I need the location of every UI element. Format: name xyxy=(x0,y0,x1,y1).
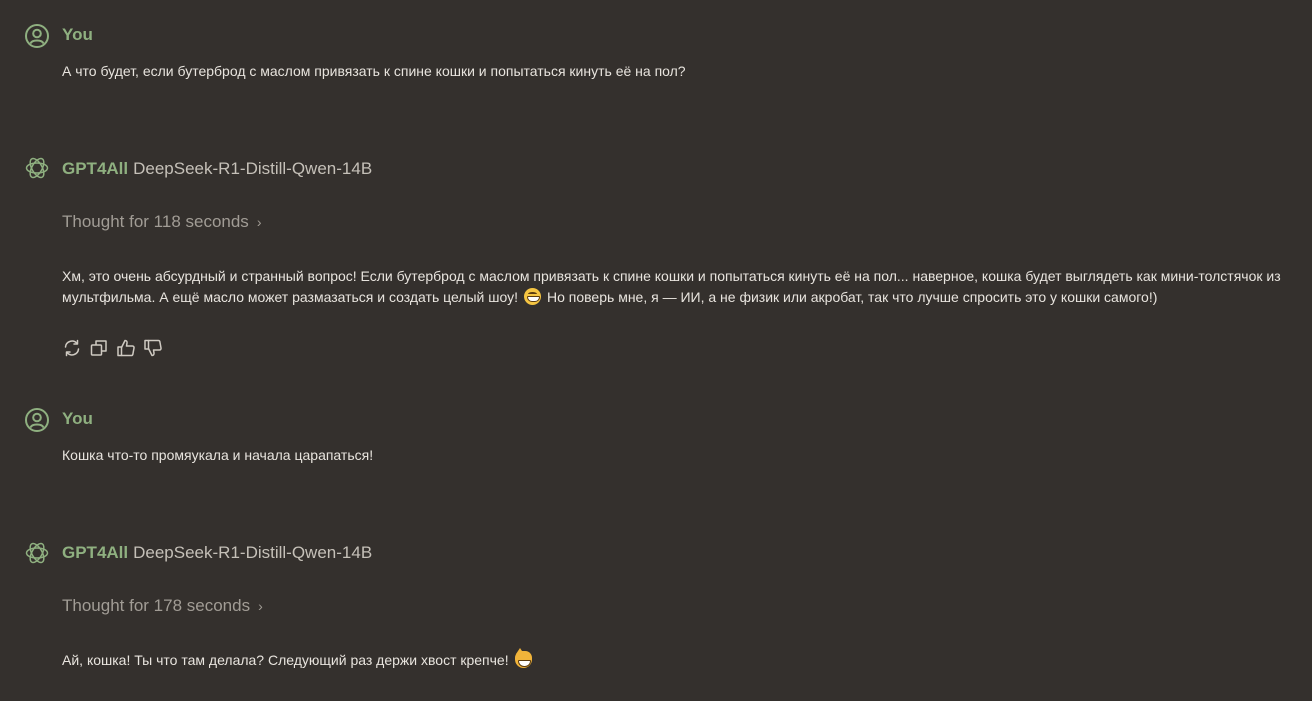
user-circle-icon xyxy=(24,23,50,49)
user-circle-icon xyxy=(24,407,50,433)
model-name: DeepSeek-R1-Distill-Qwen-14B xyxy=(133,159,373,178)
message-text-part: Ай, кошка! Ты что там делала? Следующий … xyxy=(62,652,509,668)
message-text: Хм, это очень абсурдный и странный вопро… xyxy=(62,266,1297,308)
sender-name: GPT4All xyxy=(62,543,129,562)
model-name: DeepSeek-R1-Distill-Qwen-14B xyxy=(133,543,373,562)
message-actions xyxy=(60,337,164,359)
message-text: Кошка что-то промяукала и начала царапат… xyxy=(62,447,374,463)
sender-name: You xyxy=(62,25,93,44)
chat-view: You А что будет, если бутерброд с маслом… xyxy=(0,0,1312,701)
message-sender: You xyxy=(62,409,93,429)
message-text-part: Но поверь мне, я — ИИ, а не физик или ак… xyxy=(547,289,1158,305)
thumbs-up-icon xyxy=(116,338,136,358)
grinning-face-emoji xyxy=(524,288,541,305)
message-text: Ай, кошка! Ты что там делала? Следующий … xyxy=(62,648,1297,671)
thumbs-down-button[interactable] xyxy=(141,337,164,359)
copy-button[interactable] xyxy=(87,337,110,359)
regenerate-icon xyxy=(62,338,82,358)
message-text: А что будет, если бутерброд с маслом при… xyxy=(62,63,686,79)
message-sender: GPT4All DeepSeek-R1-Distill-Qwen-14B xyxy=(62,543,372,563)
sender-name: You xyxy=(62,409,93,428)
gpt4all-logo-icon xyxy=(24,155,50,181)
grinning-cat-emoji xyxy=(514,648,532,668)
thought-toggle[interactable]: Thought for 178 seconds › xyxy=(62,596,263,616)
thought-label: Thought for 178 seconds xyxy=(62,596,251,615)
chevron-right-icon: › xyxy=(258,598,263,614)
thought-label: Thought for 118 seconds xyxy=(62,212,249,231)
regenerate-button[interactable] xyxy=(60,337,83,359)
message-sender: GPT4All DeepSeek-R1-Distill-Qwen-14B xyxy=(62,159,372,179)
message-sender: You xyxy=(62,25,93,45)
copy-icon xyxy=(89,338,109,358)
thumbs-down-icon xyxy=(143,338,163,358)
gpt4all-logo-icon xyxy=(24,540,50,566)
thought-toggle[interactable]: Thought for 118 seconds › xyxy=(62,212,261,232)
sender-name: GPT4All xyxy=(62,159,129,178)
thumbs-up-button[interactable] xyxy=(114,337,137,359)
chevron-right-icon: › xyxy=(256,214,262,230)
